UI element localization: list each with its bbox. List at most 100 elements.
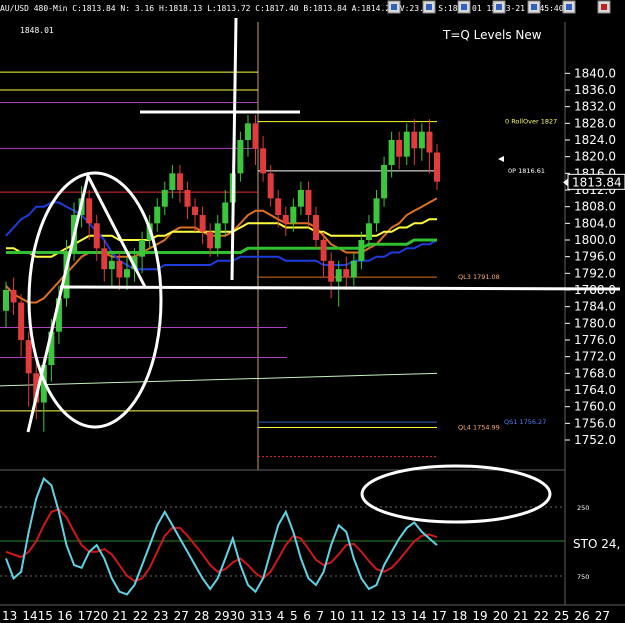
candle-body — [305, 190, 312, 215]
candle-body — [123, 269, 130, 278]
candle-body — [25, 340, 32, 374]
candle-body — [3, 290, 9, 311]
annotation-ellipse-osc — [360, 464, 552, 524]
x-tick-label: 16 — [57, 609, 72, 623]
candle-body — [411, 131, 418, 149]
oscillator-label: STO 24, — [573, 537, 620, 551]
y-tick-label: 1760.0 — [574, 400, 616, 414]
candle-body — [199, 215, 206, 232]
y-tick-label: 1836.0 — [574, 83, 616, 97]
x-tick-label: 19 — [472, 609, 487, 623]
candle-body — [267, 173, 274, 199]
chart-icon-glyph — [461, 4, 467, 10]
y-tick-label: 1756.0 — [574, 416, 616, 430]
y-tick-label: 1764.0 — [574, 383, 616, 397]
refresh-icon-glyph — [566, 4, 572, 10]
candle-body — [244, 123, 251, 140]
header-sub: 1848.01 — [20, 26, 54, 35]
x-tick-label: 2930 — [214, 609, 245, 623]
x-tick-label: 27 — [174, 609, 189, 623]
candle-body — [252, 123, 259, 149]
candle-body — [184, 190, 191, 207]
candle-body — [343, 269, 350, 278]
x-tick-label: 1415 — [22, 609, 53, 623]
candle-body — [93, 223, 100, 249]
candle-body — [320, 240, 327, 261]
annotation-vertical — [230, 17, 238, 281]
candle-body — [350, 260, 357, 278]
level-label: 0 RollOver 1827 — [505, 118, 557, 126]
candle-body — [328, 260, 335, 282]
candle-body — [388, 140, 395, 165]
candle-body — [237, 140, 244, 174]
level-label: QL3 1791.08 — [458, 273, 500, 281]
x-tick-label: 23 — [153, 609, 168, 623]
oscillator-main-line — [5, 476, 438, 596]
x-tick-label: 4 — [277, 609, 285, 623]
op-arrow-icon — [498, 156, 504, 162]
candle-body — [282, 215, 289, 224]
print-icon-glyph — [531, 4, 537, 10]
close-icon-glyph — [601, 4, 607, 10]
y-tick-label: 1800.0 — [574, 233, 616, 247]
candle-body — [18, 302, 25, 340]
candle-body — [214, 223, 221, 249]
annotation-ellipse-left — [27, 171, 163, 429]
candle-body — [396, 140, 403, 157]
trend-line-green — [0, 372, 438, 387]
x-tick-label: 25 — [554, 609, 569, 623]
x-tick-label: 22 — [133, 609, 148, 623]
chart-title: T=Q Levels New — [442, 28, 542, 42]
x-tick-label: 20 — [493, 609, 508, 623]
y-tick-label: 1788.0 — [574, 283, 616, 297]
x-tick-label: 21 — [112, 609, 127, 623]
last-price-label: 1813.84 — [572, 175, 622, 189]
osc-tick-750: 750 — [577, 573, 589, 581]
last-price-badge: 1813.84 — [563, 173, 625, 190]
y-tick-label: 1820.0 — [574, 150, 616, 164]
x-tick-label: 17 — [432, 609, 447, 623]
candle-body — [297, 190, 304, 207]
x-tick-label: 14 — [411, 609, 426, 623]
level-lines: 0 RollOver 1827 0P 1816.61 QL3 1791.08 QL4 … — [0, 71, 557, 458]
candle-body — [365, 223, 372, 240]
x-tick-label: 28 — [194, 609, 209, 623]
candle-body — [176, 173, 183, 190]
chart-canvas: AU/USD 480-Min C:1813.84 N: 3.16 H:1818.… — [0, 0, 625, 623]
candle-body — [418, 131, 425, 149]
x-tick-label: 22 — [534, 609, 549, 623]
y-tick-label: 1784.0 — [574, 300, 616, 314]
x-tick-label: 13 — [2, 609, 17, 623]
x-tick-label: 1720 — [78, 609, 109, 623]
osc-tick-250: 250 — [577, 504, 589, 512]
x-tick-label: 18 — [452, 609, 467, 623]
level-label: QL4 1754.99 — [458, 424, 500, 432]
candle-body — [290, 206, 297, 224]
level-label: 0P 1816.61 — [508, 167, 545, 175]
y-tick-label: 1804.0 — [574, 216, 616, 230]
candle-body — [192, 206, 199, 215]
candle-body — [207, 231, 214, 249]
candle-body — [169, 173, 176, 190]
candle-body — [10, 290, 17, 303]
x-tick-label: 26 — [574, 609, 589, 623]
oscillator-panel: 250 750 STO 24, — [5, 476, 620, 596]
time-axis: 13 1415 16 1720 21 22 23 27 28 2930 313 4 5 6 7 10 11 12 1… — [0, 604, 625, 623]
y-tick-label: 1768.0 — [574, 366, 616, 380]
y-tick-label: 1832.0 — [574, 100, 616, 114]
candle-body — [86, 198, 93, 224]
candle-body — [358, 240, 365, 261]
candle-body — [108, 260, 115, 270]
y-tick-label: 1776.0 — [574, 333, 616, 347]
x-tick-label: 11 — [350, 609, 365, 623]
x-tick-label: 13 — [391, 609, 406, 623]
candle-body — [426, 131, 433, 153]
x-tick-label: 7 — [316, 609, 324, 623]
candle-body — [154, 206, 161, 224]
x-tick-label: 27 — [595, 609, 610, 623]
candle-body — [381, 165, 388, 199]
y-tick-label: 1840.0 — [574, 66, 616, 80]
annotation-horizontal — [59, 285, 621, 291]
price-axis: 1840.01836.01832.01828.01824.01820.01816… — [565, 66, 616, 447]
candle-body — [116, 260, 123, 278]
